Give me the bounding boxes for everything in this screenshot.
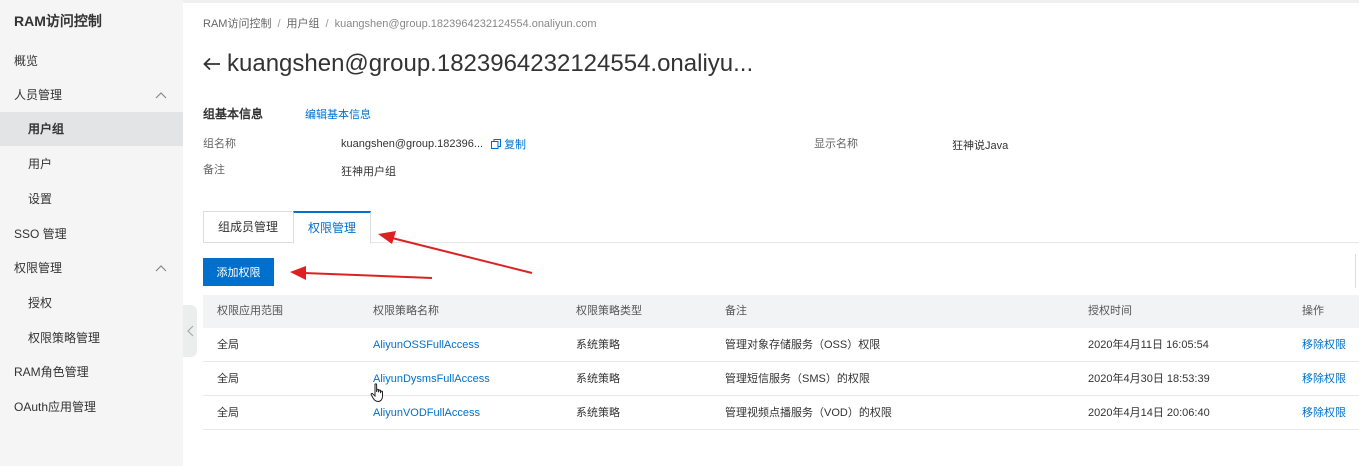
- sidebar-item-label: 概览: [14, 54, 39, 68]
- cell-policy-type: 系统策略: [576, 373, 620, 385]
- sidebar-item-settings[interactable]: 设置: [0, 182, 183, 216]
- sidebar-item-permissions[interactable]: 权限管理: [0, 251, 183, 285]
- cell-note: 管理对象存储服务（OSS）权限: [725, 339, 881, 351]
- group-name-text: kuangshen@group.182396...: [341, 138, 484, 150]
- policy-name-link[interactable]: AliyunOSSFullAccess: [373, 328, 479, 362]
- sidebar-item-label: 权限策略管理: [28, 331, 101, 345]
- breadcrumb-item[interactable]: RAM访问控制: [203, 18, 271, 30]
- sidebar-item-label: 人员管理: [14, 88, 63, 102]
- edit-basic-info-link[interactable]: 编辑基本信息: [305, 106, 371, 122]
- policy-name-link[interactable]: AliyunDysmsFullAccess: [373, 362, 490, 396]
- add-permission-button[interactable]: 添加权限: [203, 258, 274, 286]
- main-content: RAM访问控制 / 用户组 / kuangshen@group.182396423212…: [183, 0, 1359, 466]
- sidebar-item-groups[interactable]: 用户组: [0, 112, 183, 146]
- cell-scope: 全局: [217, 407, 239, 419]
- group-name-label: 组名称: [203, 138, 236, 150]
- chevron-up-icon: [155, 78, 167, 112]
- remove-permission-link[interactable]: 移除权限: [1302, 328, 1346, 362]
- breadcrumb-separator: /: [325, 18, 329, 30]
- cell-grant-time: 2020年4月30日 18:53:39: [1088, 373, 1210, 385]
- sidebar-item-overview[interactable]: 概览: [0, 44, 183, 78]
- column-header-grant-time: 授权时间: [1088, 305, 1132, 317]
- cell-scope: 全局: [217, 373, 239, 385]
- sidebar-item-label: 权限管理: [14, 261, 63, 275]
- tab-bar: 组成员管理 权限管理: [203, 211, 1359, 244]
- cell-note: 管理短信服务（SMS）的权限: [725, 373, 870, 385]
- policy-name-link[interactable]: AliyunVODFullAccess: [373, 396, 480, 430]
- sidebar-item-grants[interactable]: 授权: [0, 286, 183, 320]
- page-title-text: kuangshen@group.1823964232124554.onaliyu…: [227, 50, 754, 77]
- chevron-up-icon: [155, 251, 167, 285]
- cell-scope: 全局: [217, 339, 239, 351]
- cell-policy-type: 系统策略: [576, 339, 620, 351]
- tab-permissions[interactable]: 权限管理: [293, 211, 372, 244]
- note-label: 备注: [203, 164, 225, 176]
- sidebar-item-label: RAM角色管理: [14, 365, 89, 379]
- breadcrumb: RAM访问控制 / 用户组 / kuangshen@group.182396423212…: [203, 15, 597, 31]
- cell-policy-type: 系统策略: [576, 407, 620, 419]
- sidebar-item-policies[interactable]: 权限策略管理: [0, 321, 183, 355]
- sidebar-item-label: 设置: [28, 192, 53, 206]
- note-value: 狂神用户组: [341, 166, 396, 178]
- breadcrumb-item[interactable]: 用户组: [287, 18, 320, 30]
- copy-label: 复制: [504, 139, 527, 151]
- cell-grant-time: 2020年4月14日 20:06:40: [1088, 407, 1210, 419]
- table-header: 权限应用范围 权限策略名称 权限策略类型 备注 授权时间 操作: [203, 295, 1359, 328]
- basic-info-heading: 组基本信息: [203, 107, 264, 121]
- sidebar-item-label: SSO 管理: [14, 227, 67, 241]
- page-title: kuangshen@group.1823964232124554.onaliyu…: [203, 46, 753, 82]
- column-header-scope: 权限应用范围: [217, 305, 283, 317]
- cell-grant-time: 2020年4月11日 16:05:54: [1088, 339, 1209, 351]
- remove-permission-link[interactable]: 移除权限: [1302, 362, 1346, 396]
- sidebar-item-users[interactable]: 用户: [0, 147, 183, 181]
- basic-info-header: 组基本信息 编辑基本信息: [203, 105, 371, 122]
- sidebar-item-sso[interactable]: SSO 管理: [0, 217, 183, 251]
- sidebar-item-ram-roles[interactable]: RAM角色管理: [0, 355, 183, 389]
- hand-cursor-icon: [370, 383, 383, 403]
- column-header-note: 备注: [725, 305, 747, 317]
- copy-icon: [491, 139, 502, 149]
- sidebar-item-people[interactable]: 人员管理: [0, 78, 183, 112]
- sidebar-item-label: 用户: [28, 157, 53, 171]
- toolbar-edge: [1355, 254, 1359, 288]
- top-divider: [183, 0, 1359, 3]
- remove-permission-link[interactable]: 移除权限: [1302, 396, 1346, 430]
- sidebar: RAM访问控制 概览 人员管理 用户组 用户 设置 SSO 管理 权限管理 授权…: [0, 0, 183, 466]
- column-header-policy-type: 权限策略类型: [576, 305, 642, 317]
- sidebar-item-label: 用户组: [28, 122, 65, 136]
- copy-button[interactable]: 复制: [491, 136, 526, 152]
- cell-note: 管理视频点播服务（VOD）的权限: [725, 407, 892, 419]
- sidebar-item-oauth[interactable]: OAuth应用管理: [0, 390, 183, 424]
- back-arrow-icon[interactable]: [203, 50, 223, 78]
- display-name-label: 显示名称: [814, 138, 858, 150]
- sidebar-item-label: OAuth应用管理: [14, 400, 97, 414]
- permissions-table: 权限应用范围 权限策略名称 权限策略类型 备注 授权时间 操作 全局 Aliyu…: [203, 295, 1359, 430]
- column-header-policy-name: 权限策略名称: [373, 305, 439, 317]
- column-header-action: 操作: [1302, 305, 1324, 317]
- display-name-value: 狂神说Java: [952, 140, 1009, 152]
- tab-members[interactable]: 组成员管理: [203, 211, 293, 243]
- sidebar-item-label: 授权: [28, 296, 53, 310]
- table-row: 全局 AliyunOSSFullAccess 系统策略 管理对象存储服务（OSS…: [203, 328, 1359, 362]
- breadcrumb-separator: /: [277, 18, 281, 30]
- group-name-value: kuangshen@group.182396... 复制: [341, 136, 526, 152]
- breadcrumb-current: kuangshen@group.1823964232124554.onaliyu…: [334, 18, 597, 30]
- sidebar-title: RAM访问控制: [14, 13, 102, 29]
